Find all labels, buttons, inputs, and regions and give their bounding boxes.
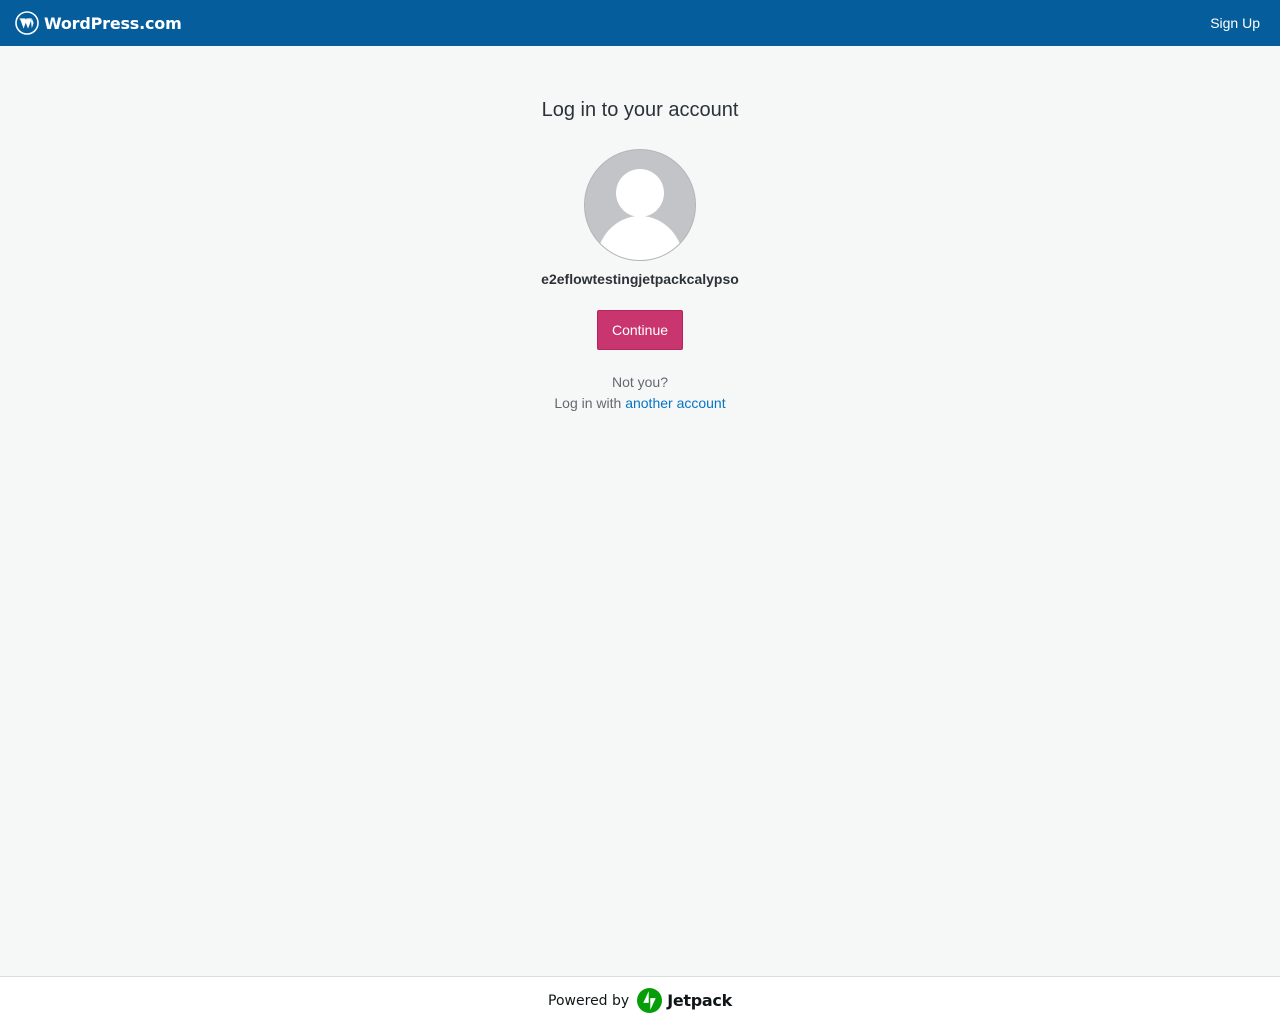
default-user-avatar-icon [584, 149, 696, 261]
wordpress-logo-icon [15, 11, 39, 35]
continue-button[interactable]: Continue [597, 310, 683, 350]
masthead: WordPress.com Sign Up [0, 0, 1280, 46]
jetpack-logo-link[interactable]: Jetpack [637, 988, 732, 1013]
login-with-prefix: Log in with [554, 395, 622, 411]
jetpack-name: Jetpack [667, 991, 732, 1010]
footer: Powered by Jetpack [0, 976, 1280, 1024]
page-title: Log in to your account [541, 99, 739, 121]
signup-link[interactable]: Sign Up [1210, 15, 1260, 31]
wordpress-home-link[interactable]: WordPress.com [15, 11, 182, 35]
username-label: e2eflowtestingjetpackcalypso [541, 271, 739, 287]
login-panel: Log in to your account e2eflowtestingjet… [0, 46, 1280, 414]
jetpack-logo-icon [637, 988, 663, 1013]
brand-name: WordPress.com [44, 13, 182, 33]
not-you-text: Not you? [611, 374, 669, 390]
login-another-account-line: Log in with another account [0, 393, 1280, 414]
powered-by-text: Powered by [548, 992, 630, 1009]
another-account-link[interactable]: another account [625, 395, 725, 411]
